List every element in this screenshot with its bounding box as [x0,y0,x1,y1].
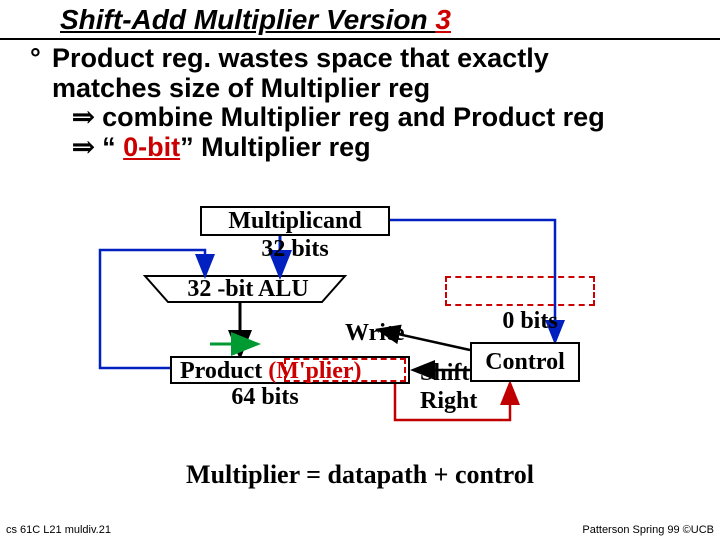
footer-left: cs 61C L21 muldiv.21 [6,524,111,536]
slide-title: Shift-Add Multiplier Version 3 [60,4,451,36]
control-label: Control [485,349,565,375]
bullet-line1b: matches size of Multiplier reg [52,73,430,103]
shift-label-b: Right [420,388,510,415]
title-rule [0,38,720,40]
mplier-dashed-box [284,358,406,382]
bullet-line3b: 0-bit [123,132,180,162]
diagram-caption: Multiplier = datapath + control [0,460,720,490]
title-version: 3 [435,4,451,35]
arrow-icon: ⇒ [72,132,95,162]
alu-label: 32 -bit ALU [148,276,348,303]
control-box: Control [470,342,580,382]
bullet-line2: combine Multiplier reg and Product reg [95,102,605,132]
bullet-line3c: ” Multiplier reg [180,132,371,162]
bullet-block: °Product reg. wastes space that exactly … [30,44,710,163]
multiplicand-bits: 32 bits [200,236,390,263]
bullet-line1a: Product reg. wastes space that exactly [52,43,549,73]
product-bits: 64 bits [190,384,340,411]
bullet-line3a: “ [95,132,124,162]
multiplicand-box: Multiplicand [200,206,390,236]
multiplicand-label: Multiplicand [228,208,361,234]
write-label: Write [345,320,435,347]
zero-bits-dashed-box [445,276,595,306]
title-pre: Shift-Add Multiplier Version [60,4,435,35]
footer-right: Patterson Spring 99 ©UCB [582,524,714,536]
degree-icon: ° [30,44,52,74]
product-label: Product [180,358,262,384]
arrow-icon: ⇒ [72,102,95,132]
zero-bits-label: 0 bits [485,308,575,335]
